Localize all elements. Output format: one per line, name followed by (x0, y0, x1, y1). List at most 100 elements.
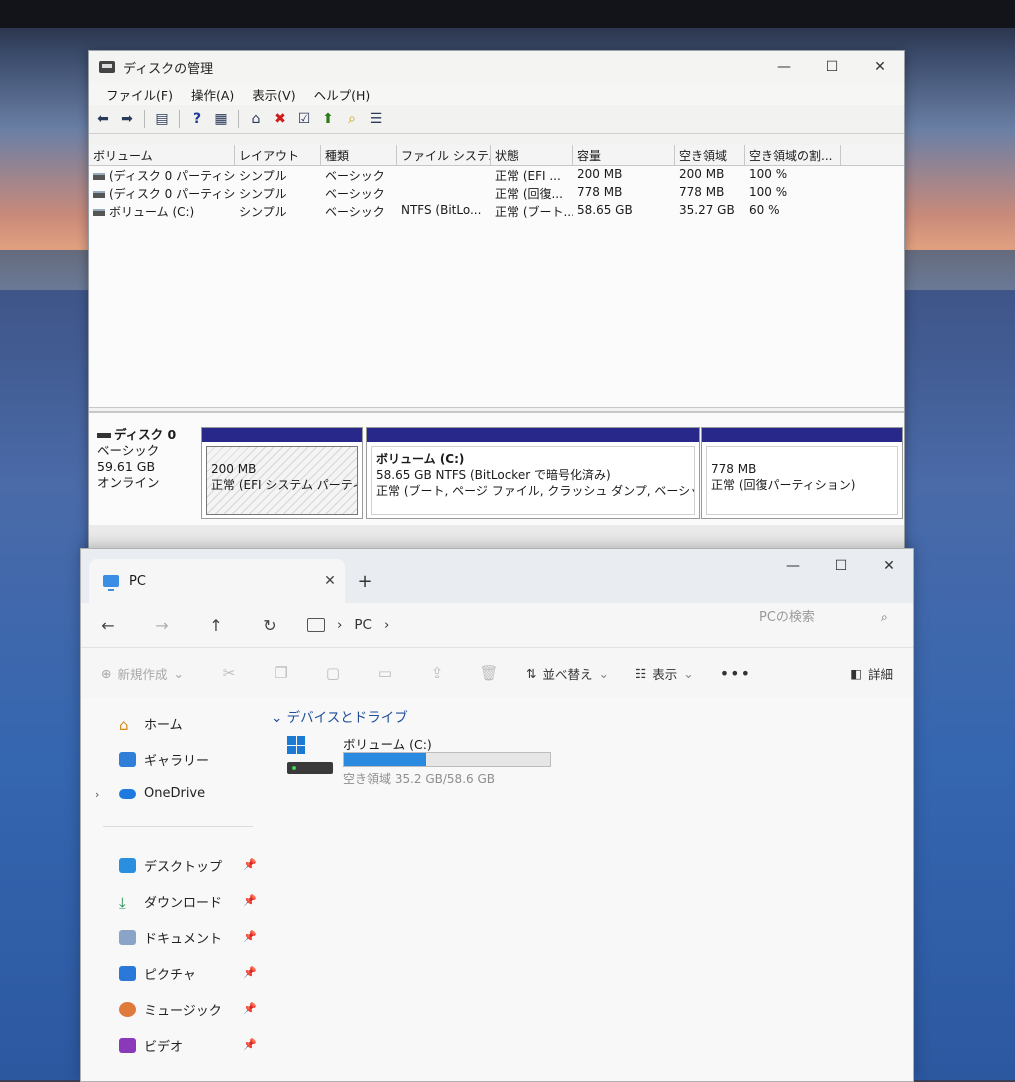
menu-file[interactable]: ファイル(F) (97, 85, 182, 104)
delete-icon[interactable]: ✖ (270, 109, 290, 129)
pin-icon[interactable]: 📌 (243, 930, 257, 943)
sidebar-item-pictures[interactable]: ピクチャ (119, 964, 196, 983)
disk-icon (97, 433, 111, 438)
drive-usage-bar (343, 752, 551, 767)
new-button[interactable]: ⊕ 新規作成 ⌄ (101, 664, 184, 683)
chevron-down-icon: ⌄ (173, 665, 184, 681)
pin-icon[interactable]: 📌 (243, 1038, 257, 1051)
sidebar-item-label: ミュージック (144, 1004, 222, 1019)
group-header-label: デバイスとドライブ (286, 710, 408, 726)
menu-action[interactable]: 操作(A) (182, 85, 243, 104)
sidebar-item-music[interactable]: ミュージック (119, 1000, 222, 1019)
partition-efi[interactable]: 200 MB 正常 (EFI システム パーティシ (201, 427, 363, 519)
pin-icon[interactable]: 📌 (243, 966, 257, 979)
properties-icon[interactable]: ☰ (366, 109, 386, 129)
sidebar-divider (103, 826, 253, 827)
minimize-button[interactable]: — (769, 549, 817, 583)
search-box[interactable]: ⌕ (737, 603, 893, 631)
sidebar-item-desktop[interactable]: デスクトップ (119, 856, 222, 875)
column-header[interactable]: 空き領域 (675, 145, 745, 165)
table-cell: 200 MB (577, 167, 623, 181)
table-row[interactable]: (ディスク 0 パーティシ... シンプル ベーシック 正常 (回復... 778 MB… (89, 184, 904, 202)
partition-name: ボリューム (C:) (376, 452, 465, 466)
sidebar-item-onedrive[interactable]: OneDrive (119, 786, 205, 801)
partition-c[interactable]: ボリューム (C:) 58.65 GB NTFS (BitLocker で暗号化… (366, 427, 700, 519)
chevron-right-icon[interactable]: › (384, 617, 389, 633)
back-arrow-icon[interactable]: ← (81, 616, 135, 635)
group-header[interactable]: ⌄ デバイスとドライブ (271, 706, 408, 726)
new-tab-button[interactable]: + (345, 559, 385, 603)
table-cell: 35.27 GB (679, 203, 735, 217)
sidebar-item-downloads[interactable]: ⤓ ダウンロード (119, 892, 222, 912)
sidebar-item-videos[interactable]: ビデオ (119, 1036, 183, 1055)
rename-icon[interactable]: ▭ (370, 664, 400, 682)
toolbar: ⬅ ➡ ▤ ? ▦ ⌂ ✖ ☑ ⬆ ⌕ ☰ (89, 105, 904, 134)
sidebar-item-documents[interactable]: ドキュメント (119, 928, 222, 947)
maximize-button[interactable]: ☐ (817, 549, 865, 583)
paste-icon[interactable]: ▢ (318, 664, 348, 682)
column-header[interactable]: ボリューム (89, 145, 235, 165)
column-header[interactable]: レイアウト (235, 145, 321, 165)
sort-button[interactable]: ⇅ 並べ替え ⌄ (526, 664, 609, 683)
sidebar-item-home[interactable]: ⌂ ホーム (119, 714, 183, 734)
forward-arrow-icon[interactable]: → (135, 616, 189, 635)
partition-status: 正常 (回復パーティション) (711, 478, 856, 492)
chevron-right-icon[interactable]: › (95, 788, 99, 801)
back-arrow-icon[interactable]: ⬅ (93, 109, 113, 129)
minimize-button[interactable]: — (760, 51, 808, 83)
search-folder-icon[interactable]: ⌕ (342, 109, 362, 129)
column-header[interactable]: ファイル システム (397, 145, 491, 165)
more-options-button[interactable]: ••• (720, 664, 751, 683)
up-folder-icon[interactable]: ⬆ (318, 109, 338, 129)
drive-usage-fill (344, 753, 427, 766)
sidebar-item-label: ギャラリー (144, 754, 210, 769)
column-header[interactable]: 空き領域の割... (745, 145, 841, 165)
disk-0-label[interactable]: ディスク 0 ベーシック 59.61 GB オンライン (97, 427, 197, 491)
column-header[interactable]: 容量 (573, 145, 675, 165)
video-icon (119, 1038, 136, 1053)
cut-icon[interactable]: ✂ (214, 664, 244, 682)
table-row[interactable]: ボリューム (C:) シンプル ベーシック NTFS (BitLo... 正常 (ブート… (89, 202, 904, 220)
menu-help[interactable]: ヘルプ(H) (305, 85, 380, 104)
chevron-down-icon: ⌄ (271, 710, 283, 726)
table-cell: NTFS (BitLo... (401, 203, 482, 217)
refresh-icon[interactable]: ↻ (243, 616, 297, 635)
breadcrumb[interactable]: › PC › (307, 617, 667, 633)
column-header[interactable]: 状態 (491, 145, 573, 165)
details-pane-button[interactable]: ◧ 詳細 (850, 664, 893, 683)
delete-icon[interactable]: 🗑 (474, 664, 504, 682)
help-icon[interactable]: ? (187, 109, 207, 129)
connect-disk-icon[interactable]: ⌂ (246, 109, 266, 129)
close-tab-icon[interactable]: ✕ (315, 573, 345, 589)
disk-graphical-view: ディスク 0 ベーシック 59.61 GB オンライン 200 MB 正常 (E… (89, 411, 904, 525)
menu-view[interactable]: 表示(V) (243, 85, 304, 104)
download-icon: ⤓ (119, 894, 126, 912)
share-icon[interactable]: ⇪ (422, 664, 452, 682)
console-tree-icon[interactable]: ▤ (152, 109, 172, 129)
chevron-down-icon: ⌄ (683, 665, 694, 681)
partition-recovery[interactable]: 778 MB 正常 (回復パーティション) (701, 427, 903, 519)
check-icon[interactable]: ☑ (294, 109, 314, 129)
drive-name: ボリューム (C:) (343, 737, 432, 752)
sidebar-item-gallery[interactable]: ギャラリー (119, 750, 209, 769)
copy-icon[interactable]: ❐ (266, 664, 296, 682)
action-pane-icon[interactable]: ▦ (211, 109, 231, 129)
table-cell: シンプル (239, 205, 287, 219)
search-input[interactable] (737, 608, 881, 626)
title-bar[interactable]: ディスクの管理 — ☐ ✕ (89, 51, 904, 83)
table-row[interactable]: (ディスク 0 パーティシ... シンプル ベーシック 正常 (EFI ... 200 … (89, 166, 904, 184)
pin-icon[interactable]: 📌 (243, 1002, 257, 1015)
view-button[interactable]: ☷ 表示 ⌄ (635, 664, 694, 683)
close-button[interactable]: ✕ (865, 549, 913, 583)
up-arrow-icon[interactable]: ↑ (189, 616, 243, 635)
pin-icon[interactable]: 📌 (243, 858, 257, 871)
forward-arrow-icon[interactable]: ➡ (117, 109, 137, 129)
maximize-button[interactable]: ☐ (808, 51, 856, 83)
windows-logo-icon (287, 736, 305, 754)
close-button[interactable]: ✕ (856, 51, 904, 83)
pin-icon[interactable]: 📌 (243, 894, 257, 907)
column-header[interactable]: 種類 (321, 145, 397, 165)
drive-tile-c[interactable]: ボリューム (C:) 空き領域 35.2 GB/58.6 GB (287, 736, 567, 796)
breadcrumb-item[interactable]: PC (354, 617, 372, 633)
tab-pc[interactable]: PC ✕ (89, 559, 345, 603)
